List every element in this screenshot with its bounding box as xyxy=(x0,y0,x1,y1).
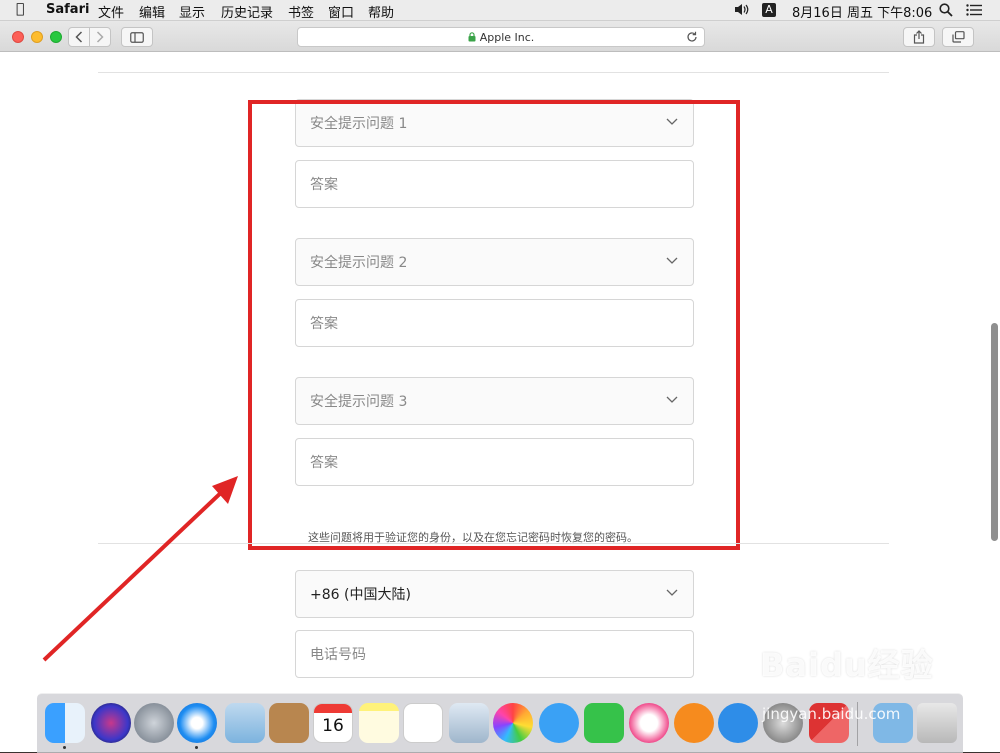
notification-center-icon[interactable] xyxy=(966,4,982,20)
spotlight-search-icon[interactable] xyxy=(939,3,953,21)
menu-item-file[interactable]: 文件 xyxy=(98,2,124,21)
share-icon xyxy=(913,30,925,44)
chevron-right-icon xyxy=(96,31,104,43)
apple-icon[interactable]:  xyxy=(16,1,24,17)
sidebar-icon xyxy=(130,31,144,43)
menu-app-name[interactable]: Safari xyxy=(46,2,89,17)
calendar-day: 16 xyxy=(322,716,344,736)
chevron-left-icon xyxy=(75,31,83,43)
reload-icon[interactable] xyxy=(686,31,698,43)
baidu-watermark-url: jingyan.baidu.com xyxy=(762,705,901,723)
forward-button[interactable] xyxy=(89,27,111,47)
minimize-window-button[interactable] xyxy=(31,31,43,43)
notes-icon[interactable] xyxy=(359,703,399,743)
dock: 16 xyxy=(37,693,963,753)
menu-item-help[interactable]: 帮助 xyxy=(368,2,394,21)
facetime-icon[interactable] xyxy=(584,703,624,743)
address-bar[interactable]: Apple Inc. xyxy=(297,27,705,47)
zoom-window-button[interactable] xyxy=(50,31,62,43)
vertical-scrollbar[interactable] xyxy=(991,323,998,541)
siri-icon[interactable] xyxy=(91,703,131,743)
tabs-overview-icon xyxy=(951,31,965,43)
running-indicator xyxy=(63,746,66,749)
sidebar-toggle-button[interactable] xyxy=(121,27,153,47)
lock-icon xyxy=(468,32,476,42)
menu-item-history[interactable]: 历史记录 xyxy=(221,2,273,21)
close-window-button[interactable] xyxy=(12,31,24,43)
back-button[interactable] xyxy=(68,27,90,47)
preview-icon[interactable] xyxy=(449,703,489,743)
volume-icon[interactable] xyxy=(734,3,750,20)
messages-icon[interactable] xyxy=(539,703,579,743)
share-button[interactable] xyxy=(903,27,935,47)
itunes-icon[interactable] xyxy=(629,703,669,743)
running-indicator xyxy=(195,746,198,749)
contacts-icon[interactable] xyxy=(269,703,309,743)
menu-item-bookmarks[interactable]: 书签 xyxy=(288,2,314,21)
calendar-icon[interactable]: 16 xyxy=(313,703,353,743)
menu-item-view[interactable]: 显示 xyxy=(179,2,205,21)
finder-icon[interactable] xyxy=(45,703,85,743)
show-tabs-button[interactable] xyxy=(942,27,974,47)
address-bar-url: Apple Inc. xyxy=(479,30,535,44)
menu-bar:  Safari 文件 编辑 显示 历史记录 书签 窗口 帮助 A 8月16日 … xyxy=(0,0,1000,21)
menu-item-window[interactable]: 窗口 xyxy=(328,2,354,21)
browser-toolbar: Apple Inc. xyxy=(0,21,1000,52)
ibooks-icon[interactable] xyxy=(674,703,714,743)
launchpad-icon[interactable] xyxy=(134,703,174,743)
baidu-watermark-logo: Baidu经验 xyxy=(760,646,934,684)
reminders-icon[interactable] xyxy=(403,703,443,743)
menu-item-edit[interactable]: 编辑 xyxy=(139,2,165,21)
photos-icon[interactable] xyxy=(493,703,533,743)
app-store-icon[interactable] xyxy=(718,703,758,743)
mail-icon[interactable] xyxy=(225,703,265,743)
input-source-badge[interactable]: A xyxy=(762,3,776,17)
safari-icon[interactable] xyxy=(177,703,217,743)
menu-datetime[interactable]: 8月16日 周五 下午8:06 xyxy=(792,2,932,21)
trash-icon[interactable] xyxy=(917,703,957,743)
